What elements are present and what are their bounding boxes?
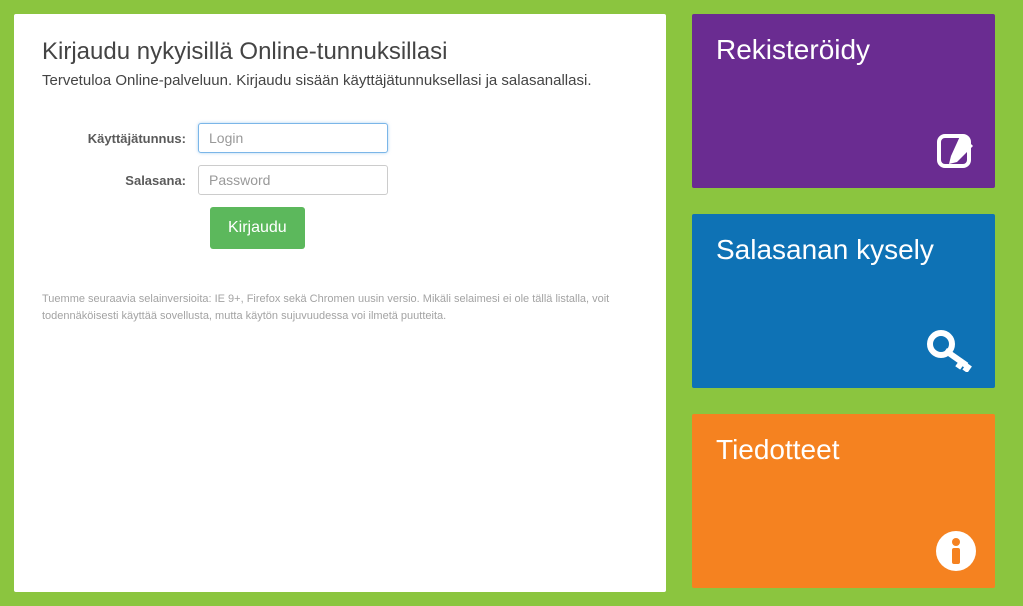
password-row: Salasana: <box>42 165 638 195</box>
register-tile-title: Rekisteröidy <box>716 34 971 66</box>
browser-note: Tuemme seuraavia selainversioita: IE 9+,… <box>42 291 638 324</box>
username-input[interactable] <box>198 123 388 153</box>
register-tile[interactable]: Rekisteröidy <box>692 14 995 188</box>
sidebar: Rekisteröidy Salasanan kysely Tiedotteet <box>692 14 995 592</box>
password-label: Salasana: <box>42 173 198 188</box>
bulletins-tile[interactable]: Tiedotteet <box>692 414 995 588</box>
key-icon <box>927 330 977 372</box>
button-row: Kirjaudu <box>42 207 638 249</box>
bulletins-tile-title: Tiedotteet <box>716 434 971 466</box>
username-row: Käyttäjätunnus: <box>42 123 638 153</box>
password-query-tile[interactable]: Salasanan kysely <box>692 214 995 388</box>
edit-icon <box>935 130 977 172</box>
login-panel: Kirjaudu nykyisillä Online-tunnuksillasi… <box>14 14 666 592</box>
info-icon <box>935 530 977 572</box>
login-button[interactable]: Kirjaudu <box>210 207 305 249</box>
username-label: Käyttäjätunnus: <box>42 131 198 146</box>
login-subtitle: Tervetuloa Online-palveluun. Kirjaudu si… <box>42 72 638 89</box>
password-input[interactable] <box>198 165 388 195</box>
password-query-tile-title: Salasanan kysely <box>716 234 971 266</box>
login-title: Kirjaudu nykyisillä Online-tunnuksillasi <box>42 38 638 66</box>
